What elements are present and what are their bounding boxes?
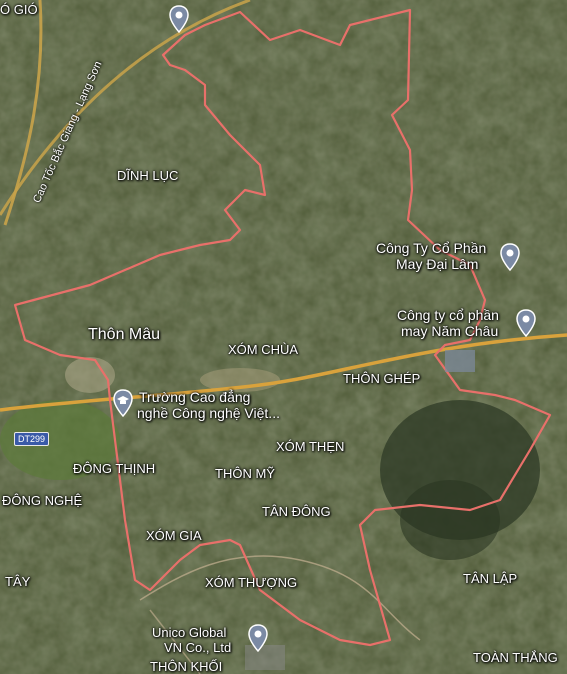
place-label-dong-nghe: ĐÔNG NGHỆ xyxy=(2,493,83,508)
place-label-tan-lap: TÂN LẬP xyxy=(463,571,518,586)
school-pin-icon[interactable] xyxy=(113,389,133,417)
satellite-map[interactable]: Ó GIÓ DĨNH LỤC Thôn Mâu XÓM CHÙA THÔN GH… xyxy=(0,0,567,674)
poi-label-may-dai-lam[interactable]: Công Ty Cổ Phần May Đại Lâm xyxy=(376,240,486,272)
location-pin-icon[interactable] xyxy=(516,309,536,337)
place-label-xom-chua: XÓM CHÙA xyxy=(228,342,299,357)
location-pin-icon[interactable] xyxy=(248,624,268,652)
place-label-dong-thinh: ĐÔNG THỊNH xyxy=(73,461,156,476)
place-label-thon-ghep: THÔN GHÉP xyxy=(343,371,421,386)
road-badge-dt299: DT299 xyxy=(14,432,50,446)
poi-label-may-nam-chau[interactable]: Công ty cổ phần may Năm Châu xyxy=(397,307,499,339)
place-label-thon-khoi: THÔN KHỐI xyxy=(150,659,223,674)
place-label-tay: TÂY xyxy=(5,574,31,589)
place-label-dong-gio: Ó GIÓ xyxy=(0,2,38,17)
poi-label-truong-cao-dang[interactable]: Trường Cao đẳng nghề Công nghệ Việt... xyxy=(137,389,280,421)
place-label-thon-my: THÔN MỸ xyxy=(215,466,275,481)
location-pin-icon[interactable] xyxy=(500,243,520,271)
location-pin-icon[interactable] xyxy=(169,5,189,33)
place-label-xom-then: XÓM THẸN xyxy=(276,439,345,454)
place-label-xom-gia: XÓM GIA xyxy=(146,528,202,543)
place-label-dinh-luc: DĨNH LỤC xyxy=(117,168,179,183)
place-label-toan-thang: TOÀN THẮNG xyxy=(473,650,558,665)
poi-label-unico-global[interactable]: Unico Global VN Co., Ltd xyxy=(152,625,231,655)
place-label-tan-dong: TÂN ĐÔNG xyxy=(262,504,331,519)
place-label-thon-mau: Thôn Mâu xyxy=(88,326,161,343)
place-label-xom-thuong: XÓM THƯỢNG xyxy=(205,575,298,590)
